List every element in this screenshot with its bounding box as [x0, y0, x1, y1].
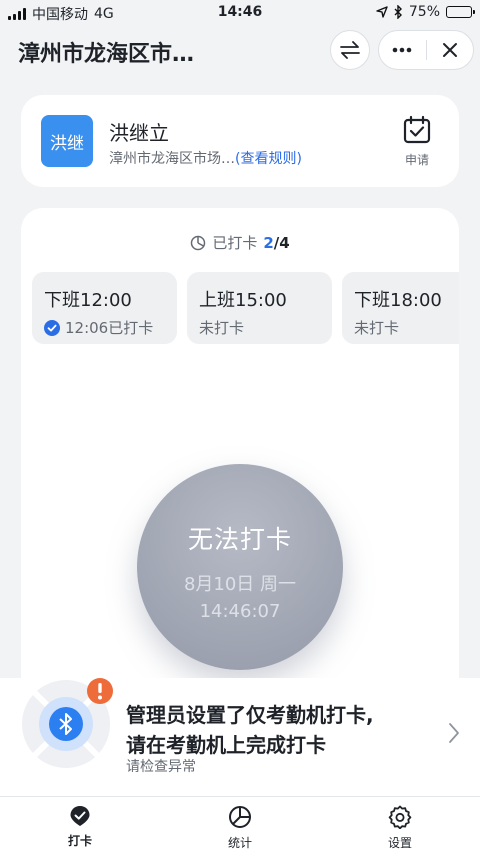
- alert-subtitle: 请检查异常: [126, 759, 196, 775]
- alert-title-line-1: 管理员设置了仅考勤机打卡,: [126, 703, 374, 727]
- bluetooth-warning-icon: [22, 678, 113, 768]
- mini-program-capsule: [378, 30, 474, 70]
- tab-stats[interactable]: 统计: [160, 797, 320, 853]
- avatar: 洪继: [41, 115, 93, 167]
- progress-total: /4: [273, 233, 290, 252]
- user-name: 洪继立: [109, 121, 169, 145]
- check-shield-icon: [70, 806, 90, 826]
- alert-title: 管理员设置了仅考勤机打卡, 请在考勤机上完成打卡: [126, 700, 426, 760]
- user-org-line: 漳州市龙海区市场…(查看规则): [109, 148, 302, 168]
- close-icon: [442, 43, 457, 57]
- punch-progress: 已打卡 2/4: [21, 232, 459, 253]
- page-title: 漳州市龙海区市…: [18, 42, 195, 67]
- swap-arrows-icon: [340, 41, 360, 59]
- gear-icon: [388, 805, 412, 829]
- apply-label: 申请: [404, 153, 429, 167]
- shift-status: 12:06已打卡: [44, 317, 165, 338]
- punch-card: 已打卡 2/4 下班12:00 12:06已打卡 上班15:00 未打卡 下班1…: [21, 208, 459, 728]
- shift-card[interactable]: 下班12:00 12:06已打卡: [32, 272, 177, 344]
- tab-label: 设置: [387, 836, 412, 850]
- shift-card[interactable]: 上班15:00 未打卡: [187, 272, 332, 344]
- location-arrow-icon: [376, 6, 388, 18]
- bluetooth-icon: [394, 5, 402, 19]
- chevron-right-icon: [449, 723, 459, 743]
- battery-percent: 75%: [408, 4, 440, 20]
- punch-button[interactable]: 无法打卡 8月10日 周一 14:46:07: [137, 464, 343, 670]
- progress-count: 2/4: [263, 234, 289, 252]
- shift-status: 未打卡: [354, 317, 459, 338]
- shift-status-text: 未打卡: [354, 319, 400, 337]
- shift-title: 下班18:00: [354, 290, 442, 311]
- status-bar: 中国移动 4G 14:46 75%: [0, 0, 480, 26]
- tab-label: 统计: [227, 836, 252, 850]
- punch-label: 无法打卡: [187, 525, 292, 554]
- tab-bar: 打卡 统计 设置: [0, 796, 480, 853]
- user-card: 洪继 洪继立 漳州市龙海区市场…(查看规则) 申请: [21, 95, 459, 187]
- apply-button[interactable]: 申请: [395, 115, 439, 168]
- shift-status: 未打卡: [199, 317, 320, 338]
- shift-card[interactable]: 下班18:00 未打卡: [342, 272, 459, 344]
- more-dots-icon: [392, 47, 412, 53]
- shift-status-text: 12:06已打卡: [65, 319, 154, 337]
- more-button[interactable]: [379, 30, 426, 70]
- nav-bar: 漳州市龙海区市…: [0, 26, 480, 76]
- check-circle-icon: [44, 319, 60, 336]
- shift-title: 下班12:00: [44, 290, 132, 311]
- status-right: 75%: [376, 4, 475, 20]
- switch-button[interactable]: [330, 30, 370, 70]
- tab-punch[interactable]: 打卡: [0, 797, 160, 853]
- progress-label: 已打卡: [212, 234, 258, 252]
- alert-banner[interactable]: 管理员设置了仅考勤机打卡, 请在考勤机上完成打卡 请检查异常: [0, 678, 480, 796]
- tab-settings[interactable]: 设置: [320, 797, 480, 853]
- pie-chart-icon: [229, 806, 251, 828]
- progress-done: 2: [263, 233, 274, 252]
- progress-pie-icon: [191, 235, 206, 250]
- battery-icon: [446, 6, 475, 18]
- close-button[interactable]: [426, 30, 473, 70]
- shift-status-text: 未打卡: [199, 319, 245, 337]
- tab-label: 打卡: [67, 834, 92, 848]
- punch-date: 8月10日 周一: [183, 574, 297, 595]
- shift-title: 上班15:00: [199, 290, 287, 311]
- punch-time: 14:46:07: [199, 601, 281, 622]
- user-org: 漳州市龙海区市场…: [109, 151, 235, 167]
- calendar-check-icon: [403, 115, 431, 144]
- view-rules-link[interactable]: (查看规则): [235, 151, 302, 167]
